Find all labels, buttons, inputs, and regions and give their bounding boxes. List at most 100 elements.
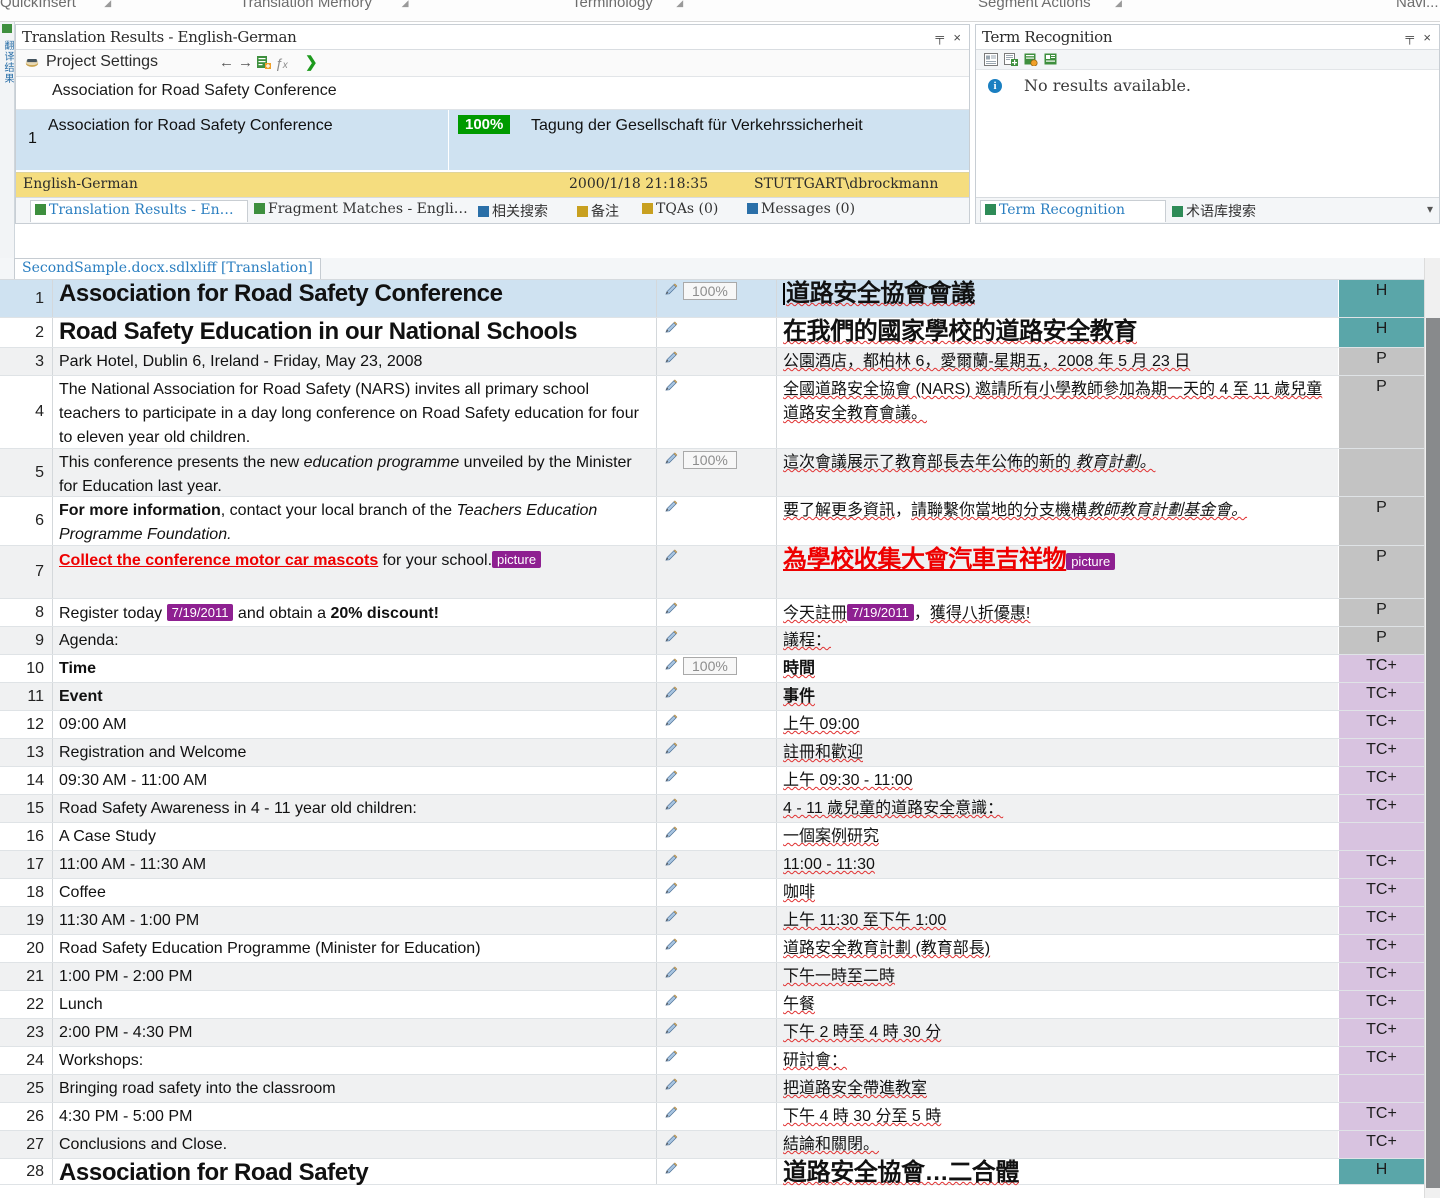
segment-status-column[interactable]	[656, 1019, 776, 1046]
segment-row[interactable]: 7Collect the conference motor car mascot…	[0, 546, 1440, 599]
segment-source-text[interactable]: Bringing road safety into the classroom	[52, 1075, 655, 1102]
segment-source-text[interactable]: 2:00 PM - 4:30 PM	[52, 1019, 655, 1046]
segment-target-text[interactable]: 為學校收集大會汽車吉祥物picture	[776, 546, 1338, 598]
segment-target-text[interactable]: 午餐	[776, 991, 1338, 1018]
segment-row[interactable]: 9Agenda:議程：P	[0, 627, 1440, 655]
pin-icon[interactable]: ╤	[935, 30, 944, 44]
segment-status-column[interactable]	[656, 795, 776, 822]
segment-source-text[interactable]: For more information, contact your local…	[52, 497, 655, 545]
segment-target-text[interactable]: 下午 2 時至 4 時 30 分	[776, 1019, 1338, 1046]
segment-status-column[interactable]	[656, 1131, 776, 1158]
segment-status-column[interactable]	[656, 376, 776, 448]
segment-row[interactable]: 2Road Safety Education in our National S…	[0, 318, 1440, 348]
segment-source-text[interactable]: The National Association for Road Safety…	[52, 376, 655, 448]
segment-row[interactable]: 5This conference presents the new educat…	[0, 449, 1440, 497]
segment-row[interactable]: 211:00 PM - 2:00 PM下午一時至二時TC+	[0, 963, 1440, 991]
segment-row[interactable]: 264:30 PM - 5:00 PM下午 4 時 30 分至 5 時TC+	[0, 1103, 1440, 1131]
ribbon-group-expand-icon[interactable]: ◢	[1115, 0, 1122, 9]
segment-target-text[interactable]: 4 - 11 歲兒童的道路安全意識：	[776, 795, 1338, 822]
segment-status-column[interactable]: 100%	[656, 280, 776, 317]
segment-target-text[interactable]: 公園酒店，都柏林 6，愛爾蘭-星期五，2008 年 5 月 23 日	[776, 348, 1338, 375]
segment-target-text[interactable]: 註冊和歡迎	[776, 739, 1338, 766]
segment-source-text[interactable]: Agenda:	[52, 627, 655, 654]
segment-source-text[interactable]: 1:00 PM - 2:00 PM	[52, 963, 655, 990]
segment-status-column[interactable]	[656, 823, 776, 850]
segment-target-text[interactable]: 議程：	[776, 627, 1338, 654]
segment-source-text[interactable]: This conference presents the new educati…	[52, 449, 655, 496]
ribbon-group-expand-icon[interactable]: ◢	[104, 0, 111, 9]
ribbon-group-expand-icon[interactable]: ◢	[402, 0, 409, 9]
segment-target-text[interactable]: 要了解更多資訊，請聯繫你當地的分支機構教師教育計劃基金會。	[776, 497, 1338, 545]
segment-status-column[interactable]	[656, 683, 776, 710]
segment-grid[interactable]: 1Association for Road Safety Conference1…	[0, 280, 1440, 1198]
ribbon-group-expand-icon[interactable]: ◢	[676, 0, 683, 9]
segment-status-column[interactable]	[656, 599, 776, 626]
segment-row[interactable]: 18Coffee咖啡TC+	[0, 879, 1440, 907]
panel-tab-5[interactable]: Messages (0)	[743, 200, 883, 222]
left-dock-strip[interactable]: 翻译结果	[0, 22, 15, 267]
segment-target-text[interactable]: 研討會：	[776, 1047, 1338, 1074]
segment-row[interactable]: 24Workshops:研討會：TC+	[0, 1047, 1440, 1075]
segment-row[interactable]: 232:00 PM - 4:30 PM下午 2 時至 4 時 30 分TC+	[0, 1019, 1440, 1047]
segment-target-text[interactable]: 道路安全教育計劃 (教育部長)	[776, 935, 1338, 962]
segment-status-column[interactable]	[656, 1159, 776, 1184]
segment-status-column[interactable]	[656, 348, 776, 375]
segment-row[interactable]: 1409:30 AM - 11:00 AM上午 09:30 - 11:00TC+	[0, 767, 1440, 795]
project-settings-label[interactable]: Project Settings	[46, 53, 158, 71]
segment-status-column[interactable]	[656, 497, 776, 545]
segment-row[interactable]: 13Registration and Welcome註冊和歡迎TC+	[0, 739, 1440, 767]
segment-row[interactable]: 4The National Association for Road Safet…	[0, 376, 1440, 449]
segment-source-text[interactable]: Coffee	[52, 879, 655, 906]
segment-source-text[interactable]: Event	[52, 683, 655, 710]
segment-source-text[interactable]: Collect the conference motor car mascots…	[52, 546, 655, 598]
segment-source-text[interactable]: Road Safety Education Programme (Ministe…	[52, 935, 655, 962]
segment-target-text[interactable]: 全國道路安全協會 (NARS) 邀請所有小學教師參加為期一天的 4 至 11 歲…	[776, 376, 1338, 448]
segment-target-text[interactable]: 把道路安全帶進教室	[776, 1075, 1338, 1102]
segment-source-text[interactable]: 11:30 AM - 1:00 PM	[52, 907, 655, 934]
segment-row[interactable]: 15Road Safety Awareness in 4 - 11 year o…	[0, 795, 1440, 823]
segment-source-text[interactable]: Association for Road Safety Conference	[52, 280, 655, 317]
termbase-settings-icon[interactable]	[1044, 53, 1058, 66]
project-settings-icon[interactable]	[25, 57, 39, 68]
scrollbar-thumb[interactable]	[1426, 318, 1440, 1188]
segment-row[interactable]: 27Conclusions and Close.結論和關閉。TC+	[0, 1131, 1440, 1159]
panel-tab-2[interactable]: 相关搜索	[474, 200, 570, 222]
segment-source-text[interactable]: 11:00 AM - 11:30 AM	[52, 851, 655, 878]
segment-source-text[interactable]: 09:00 AM	[52, 711, 655, 738]
segment-source-text[interactable]: Road Safety Education in our National Sc…	[52, 318, 655, 347]
segment-target-text[interactable]: 一個案例研究	[776, 823, 1338, 850]
segment-status-column[interactable]	[656, 907, 776, 934]
segment-target-text[interactable]: 咖啡	[776, 879, 1338, 906]
segment-status-column[interactable]	[656, 1047, 776, 1074]
segment-target-text[interactable]: 下午 4 時 30 分至 5 時	[776, 1103, 1338, 1130]
segment-target-text[interactable]: 上午 09:30 - 11:00	[776, 767, 1338, 794]
segment-source-text[interactable]: Time	[52, 655, 655, 682]
segment-target-text[interactable]: 今天註冊7/19/2011，獲得八折優惠!	[776, 599, 1338, 626]
add-new-term-icon[interactable]	[1004, 53, 1018, 66]
segment-row[interactable]: 16A Case Study一個案例研究	[0, 823, 1440, 851]
segment-target-text[interactable]: 下午一時至二時	[776, 963, 1338, 990]
segment-status-column[interactable]	[656, 627, 776, 654]
editor-vertical-scrollbar[interactable]	[1424, 258, 1440, 1198]
translation-match-row[interactable]: 1 Association for Road Safety Conference…	[16, 110, 969, 171]
segment-source-text[interactable]: Lunch	[52, 991, 655, 1018]
segment-source-text[interactable]: 4:30 PM - 5:00 PM	[52, 1103, 655, 1130]
panel-tab-0[interactable]: Translation Results - En…	[30, 200, 248, 222]
tab-overflow-chevron-icon[interactable]: ▾	[1427, 202, 1433, 216]
pin-icon[interactable]: ╤	[1405, 30, 1414, 44]
segment-source-text[interactable]: Association for Road Safety	[52, 1159, 655, 1184]
segment-source-text[interactable]: Road Safety Awareness in 4 - 11 year old…	[52, 795, 655, 822]
segment-target-text[interactable]: 上午 09:00	[776, 711, 1338, 738]
segment-target-text[interactable]: 道路安全協會會議	[776, 280, 1338, 317]
segment-status-column[interactable]: 100%	[656, 655, 776, 682]
previous-match-button[interactable]: ←	[219, 54, 234, 72]
segment-status-column[interactable]	[656, 935, 776, 962]
segment-status-column[interactable]	[656, 318, 776, 347]
add-as-new-translation-icon[interactable]	[257, 56, 271, 70]
segment-row[interactable]: 1Association for Road Safety Conference1…	[0, 280, 1440, 318]
clear-formatting-icon[interactable]: ƒx	[275, 54, 288, 75]
segment-target-text[interactable]: 事件	[776, 683, 1338, 710]
panel-tab-3[interactable]: 备注	[573, 200, 635, 222]
segment-target-text[interactable]: 時間	[776, 655, 1338, 682]
close-icon[interactable]: ×	[953, 30, 961, 45]
